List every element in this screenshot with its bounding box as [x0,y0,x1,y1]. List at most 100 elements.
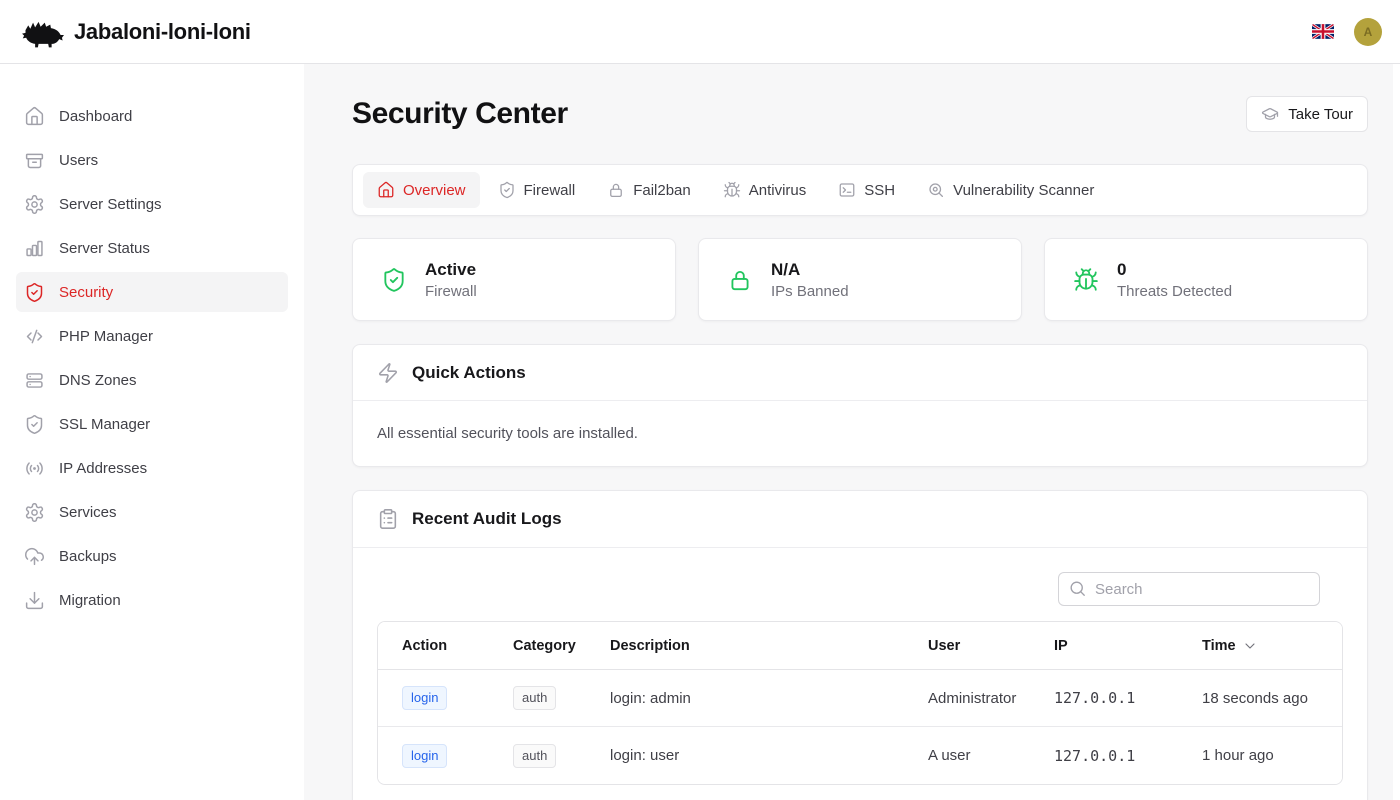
tab-ssh[interactable]: SSH [824,172,909,208]
sidebar-item-ssl-manager[interactable]: SSL Manager [16,404,288,444]
terminal-square-icon [838,181,856,199]
tab-label: Vulnerability Scanner [953,182,1094,199]
security-tabs: Overview Firewall Fail2ban Antivirus SSH Vuln… [352,164,1368,216]
audit-logs-header: Recent Audit Logs [353,491,1367,548]
server-icon [24,370,45,391]
table-header-row: Action Category Description User IP Time [378,622,1342,670]
shield-check-icon [24,282,45,303]
tab-label: Firewall [524,182,576,199]
column-label: Time [1202,638,1236,654]
language-flag-uk-icon[interactable] [1312,24,1334,39]
status-card-ips-banned: N/A IPs Banned [698,238,1022,321]
download-icon [24,590,45,611]
bug-icon [1073,267,1099,293]
lock-icon [607,181,625,199]
tab-vulnerability-scanner[interactable]: Vulnerability Scanner [913,172,1108,208]
search-circle-icon [927,181,945,199]
zap-icon [377,362,399,384]
column-header-category[interactable]: Category [489,622,586,670]
sidebar-item-services[interactable]: Services [16,492,288,532]
lock-icon [727,267,753,293]
description-cell: login: admin [610,690,691,707]
take-tour-button[interactable]: Take Tour [1246,96,1368,132]
status-card-label: Threats Detected [1117,283,1232,300]
code-icon [24,326,45,347]
column-label: Description [610,638,690,654]
audit-logs-card: Recent Audit Logs Action Category Descript… [352,490,1368,800]
sidebar-item-dns-zones[interactable]: DNS Zones [16,360,288,400]
user-cell: A user [928,747,971,764]
page-scrollbar[interactable] [1393,64,1400,800]
sidebar-item-label: IP Addresses [59,460,147,477]
sidebar-item-label: Security [59,284,113,301]
tab-label: SSH [864,182,895,199]
sidebar-item-label: Server Settings [59,196,162,213]
status-card-value: N/A [771,260,849,280]
sidebar: Dashboard Users Server Settings Server Stat… [0,64,304,800]
quick-actions-message: All essential security tools are install… [377,425,1343,442]
tab-firewall[interactable]: Firewall [484,172,590,208]
topbar: Jabaloni-loni-loni A [0,0,1400,64]
shield-check-icon [498,181,516,199]
ip-cell: 127.0.0.1 [1054,747,1135,765]
radio-icon [24,458,45,479]
time-cell: 1 hour ago [1202,747,1274,764]
category-badge: auth [513,686,556,710]
tab-overview[interactable]: Overview [363,172,480,208]
category-badge: auth [513,744,556,768]
search-input[interactable] [1058,572,1320,606]
sidebar-item-dashboard[interactable]: Dashboard [16,96,288,136]
page-header: Security Center Take Tour [352,96,1368,132]
status-card-label: IPs Banned [771,283,849,300]
user-cell: Administrator [928,690,1016,707]
user-avatar[interactable]: A [1354,18,1382,46]
column-header-action[interactable]: Action [378,622,489,670]
status-cards: ActiveFirewall N/A IPs Banned 0 Threats Dete… [352,238,1368,321]
chevron-down-icon [1242,638,1258,654]
tab-label: Overview [403,182,466,199]
column-header-description[interactable]: Description [586,622,904,670]
bar-chart-icon [24,238,45,259]
status-card-label: Firewall [425,283,477,300]
sidebar-item-server-settings[interactable]: Server Settings [16,184,288,224]
column-header-user[interactable]: User [904,622,1030,670]
sidebar-item-label: PHP Manager [59,328,153,345]
bug-icon [723,181,741,199]
time-cell: 18 seconds ago [1202,690,1308,707]
column-label: Category [513,638,576,654]
tab-label: Fail2ban [633,182,691,199]
sidebar-item-label: Dashboard [59,108,132,125]
tab-antivirus[interactable]: Antivirus [709,172,821,208]
shield-check-icon [24,414,45,435]
tab-fail2ban[interactable]: Fail2ban [593,172,705,208]
sidebar-item-server-status[interactable]: Server Status [16,228,288,268]
sidebar-item-backups[interactable]: Backups [16,536,288,576]
sidebar-item-ip-addresses[interactable]: IP Addresses [16,448,288,488]
sidebar-item-users[interactable]: Users [16,140,288,180]
status-card-value: 0 [1117,260,1232,280]
sidebar-item-label: Backups [59,548,117,565]
app-logo[interactable]: Jabaloni-loni-loni [20,15,251,48]
status-card-firewall: ActiveFirewall [352,238,676,321]
column-header-ip[interactable]: IP [1030,622,1178,670]
graduation-cap-icon [1261,105,1279,123]
quick-actions-card: Quick Actions All essential security too… [352,344,1368,467]
sidebar-item-security[interactable]: Security [16,272,288,312]
settings-icon [24,502,45,523]
sidebar-item-label: DNS Zones [59,372,137,389]
cloud-upload-icon [24,546,45,567]
column-header-time[interactable]: Time [1178,622,1342,670]
description-cell: login: user [610,747,679,764]
sidebar-item-migration[interactable]: Migration [16,580,288,620]
table-row: login auth login: user A user 127.0.0.1 1 hou… [378,727,1342,784]
clipboard-list-icon [377,508,399,530]
table-row: loginauthlogin: adminAdministrator127.0.… [378,670,1342,727]
page-title: Security Center [352,97,568,131]
audit-logs-title: Recent Audit Logs [412,509,562,529]
sidebar-item-php-manager[interactable]: PHP Manager [16,316,288,356]
column-label: IP [1054,638,1068,654]
settings-icon [24,194,45,215]
boar-logo-icon [20,15,64,48]
tab-label: Antivirus [749,182,807,199]
action-badge: login [402,744,447,768]
